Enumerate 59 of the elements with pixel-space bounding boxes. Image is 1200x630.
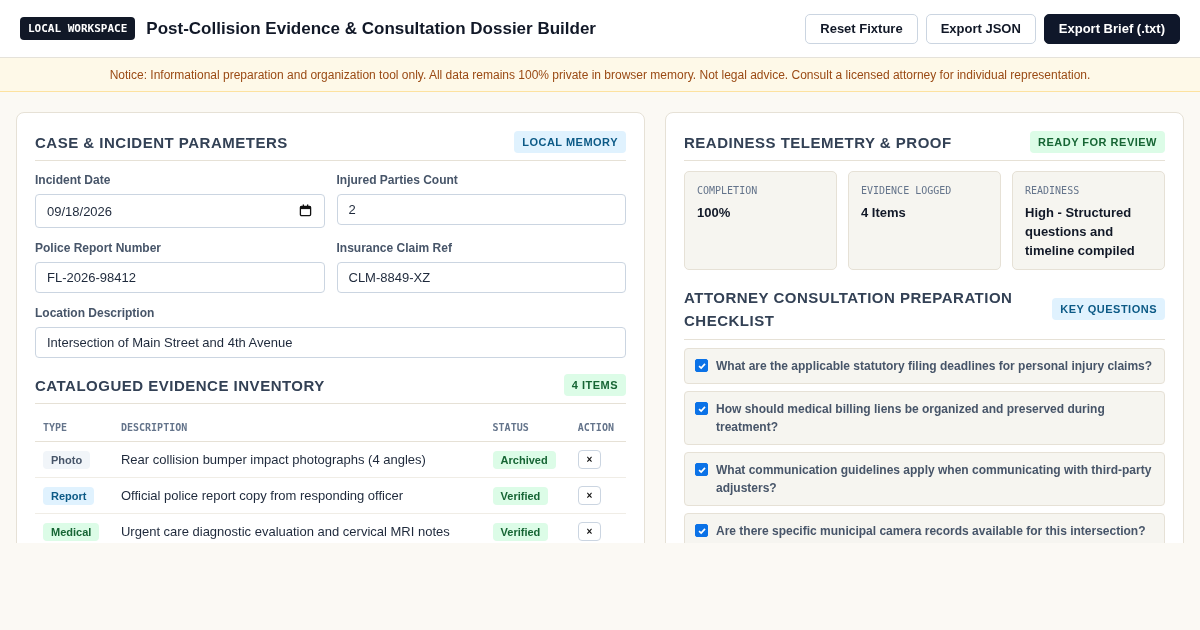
section-badge: KEY QUESTIONS [1052,298,1165,320]
question-text: What communication guidelines apply when communicating with third-party adjusters? [716,462,1153,497]
field-label: Incident Date [35,173,112,187]
status-badge: READY FOR REVIEW [1029,131,1165,153]
page-title: Post-Collision Evidence & Consultation Dossier Builder [146,18,596,39]
status-tag: Archived [492,451,556,469]
column-header: ACTION [569,414,626,442]
status-tag: Verified [492,487,549,505]
table-cell: Official police report copy from responding officer [121,488,404,503]
section-title: CATALOGUED EVIDENCE INVENTORY [35,376,325,394]
input-field[interactable]: Intersection of Main Street and 4th Avenue [35,327,626,358]
field-label: Insurance Claim Ref [336,241,453,255]
section-title: CASE & INCIDENT PARAMETERS [35,133,288,151]
checklist-item[interactable]: What are the applicable statutory filing deadlines for personal injury claims? [684,348,1165,384]
question-text: How should medical billing liens be organized and preserved during treatment? [716,401,1106,436]
stat-label: READINESS [1025,185,1081,196]
type-tag: Photo [43,451,91,469]
checkbox[interactable] [695,402,708,415]
input-field[interactable]: 2 [336,194,626,225]
input-field[interactable]: FL-2026-98412 [35,262,325,293]
question-text: What are the applicable statutory filing deadlines for personal injury claims? [716,358,1153,375]
checklist-item[interactable]: What communication guidelines apply when communicating with third-party adjusters? [684,452,1165,506]
toolbar-button[interactable]: Reset Fixture [805,13,918,44]
input-field[interactable]: 09/18/2026 [35,194,325,228]
remove-button[interactable]: × [577,450,601,469]
table-cell: Urgent care diagnostic evaluation and cervical MRI notes [121,524,450,539]
type-tag: Report [43,487,95,505]
checkbox[interactable] [695,359,708,372]
column-header: STATUS [484,414,570,442]
checklist-item[interactable]: How should medical billing liens be organized and preserved during treatment? [684,391,1165,445]
stat-label: COMPLETION [697,185,759,196]
checkbox[interactable] [695,463,708,476]
checkbox[interactable] [695,524,708,537]
question-text: Are there specific municipal camera records available for this intersection? [716,523,1146,540]
section-badge: LOCAL MEMORY [514,131,626,153]
stat-value: 100% [697,204,732,222]
checklist-item[interactable]: Are there specific municipal camera records available for this intersection? [684,513,1165,543]
count-badge: 4 ITEMS [563,374,626,396]
table-cell: Rear collision bumper impact photographs (4 angles) [121,452,426,467]
field-label: Injured Parties Count [336,173,459,187]
remove-button[interactable]: × [577,522,601,541]
column-header: TYPE [35,414,113,442]
field-label: Police Report Number [35,241,163,255]
stat-value: 4 Items [861,204,907,222]
workspace-badge: LOCAL WORKSPACE [20,17,136,40]
field-label: Location Description [35,306,156,320]
stat-label: EVIDENCE LOGGED [861,185,953,196]
toolbar-button[interactable]: Export JSON [925,13,1036,44]
toolbar-button[interactable]: Export Brief (.txt) [1043,13,1180,44]
input-field[interactable]: CLM-8849-XZ [336,262,626,293]
type-tag: Medical [43,523,100,541]
remove-button[interactable]: × [577,486,601,505]
calendar-icon[interactable] [298,204,312,217]
section-title: ATTORNEY CONSULTATION PREPARATION CHECKLIST [684,288,1014,331]
stat-value: High - Structured questions and timeline compiled [1025,204,1136,260]
status-tag: Verified [492,523,549,541]
section-title: READINESS TELEMETRY & PROOF [684,133,952,151]
notice-text: Notice: Informational preparation and organization tool only. All data remains 100% private in browser memory. Not legal advice. Consult a licensed attorney for individual representation. [109,67,1091,82]
column-header: DESCRIPTION [113,414,485,442]
